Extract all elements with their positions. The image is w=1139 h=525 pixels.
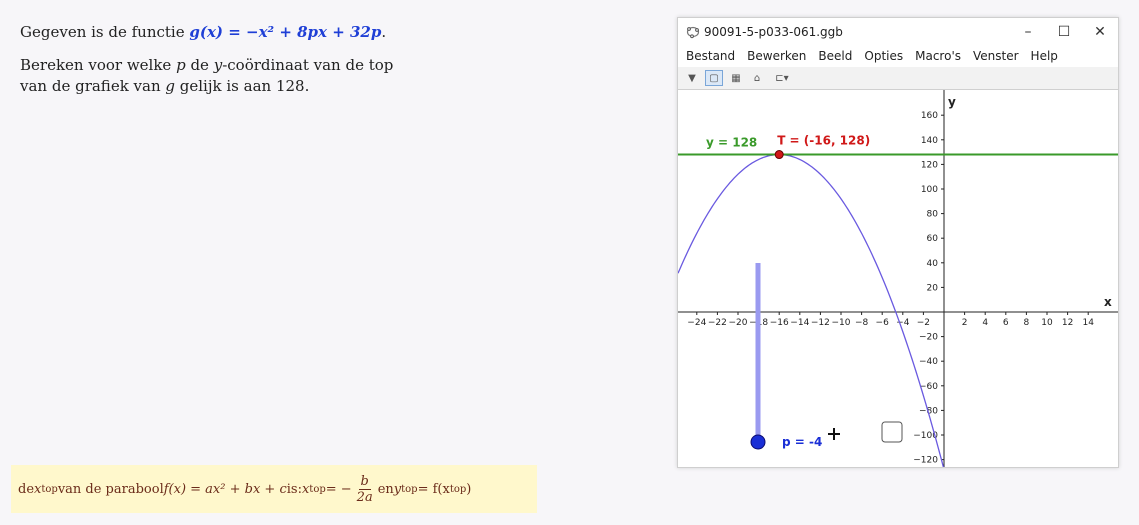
parabola-curve[interactable] (678, 153, 945, 467)
home-icon[interactable]: ⌂ (749, 71, 765, 85)
question-line-1: Gegeven is de functie g(x) = −x² + 8px +… (20, 23, 387, 41)
y-tick-label: 60 (927, 234, 939, 244)
y-tick-label: −20 (919, 333, 938, 343)
input-checkbox[interactable] (881, 421, 903, 443)
point-label: T = (-16, 128) (777, 134, 870, 148)
menu-bewerken[interactable]: Bewerken (747, 49, 806, 63)
x-tick-label: −16 (770, 318, 789, 328)
y-tick-label: −120 (913, 456, 938, 466)
x-tick-label: 10 (1041, 318, 1053, 328)
x-tick-label: −2 (917, 318, 930, 328)
function-formula: g(x) = −x² + 8px + 32p (189, 23, 382, 41)
menu-venster[interactable]: Venster (973, 49, 1019, 63)
menu-beeld[interactable]: Beeld (818, 49, 852, 63)
minimize-button[interactable]: – (1010, 24, 1046, 40)
x-tick-label: 4 (982, 318, 988, 328)
question-text: Gegeven is de functie g(x) = −x² + 8px +… (20, 22, 393, 97)
menu-bar: Bestand Bewerken Beeld Opties Macro's Ve… (678, 45, 1118, 67)
graphics-view[interactable]: xy−24−22−20−18−16−14−12−10−8−6−4−2246810… (678, 90, 1118, 467)
x-tick-label: −20 (729, 318, 748, 328)
y-tick-label: 160 (921, 111, 938, 121)
y-tick-label: 20 (927, 283, 939, 293)
y-tick-label: 40 (927, 259, 939, 269)
hint-box: de x top van de parabool f(x) = ax² + bx … (11, 465, 537, 513)
x-tick-label: −24 (687, 318, 706, 328)
x-tick-label: −10 (832, 318, 851, 328)
menu-bestand[interactable]: Bestand (686, 49, 735, 63)
menu-macros[interactable]: Macro's (915, 49, 961, 63)
x-axis-label: x (1104, 295, 1112, 309)
x-tick-label: 6 (1003, 318, 1009, 328)
menu-help[interactable]: Help (1031, 49, 1058, 63)
x-tick-label: 8 (1024, 318, 1030, 328)
x-tick-label: −22 (708, 318, 727, 328)
view-options-icon[interactable]: ⊏▾ (770, 71, 794, 85)
move-graphics-icon[interactable] (828, 428, 840, 440)
question-line-2: Bereken voor welke p de y-coördinaat van… (20, 56, 394, 95)
style-toolbar: ▼ ▢ ▦ ⌂ ⊏▾ (678, 67, 1118, 90)
toolbar-dropdown-icon[interactable]: ▼ (684, 71, 700, 85)
x-tick-label: −14 (790, 318, 809, 328)
line-label: y = 128 (706, 136, 757, 150)
hint-fraction: b 2a (356, 473, 373, 505)
y-tick-label: 120 (921, 160, 938, 170)
close-button[interactable]: ✕ (1082, 24, 1118, 40)
slider-knob[interactable] (750, 434, 766, 450)
axes-toggle-icon[interactable]: ▢ (705, 70, 723, 86)
x-tick-label: 14 (1082, 318, 1094, 328)
y-tick-label: 140 (921, 136, 938, 146)
y-tick-label: 100 (921, 185, 938, 195)
title-bar[interactable]: 90091-5-p033-061.ggb – ☐ ✕ (678, 18, 1118, 45)
x-tick-label: −8 (855, 318, 869, 328)
x-tick-label: 2 (962, 318, 968, 328)
x-tick-label: −6 (876, 318, 890, 328)
y-axis-label: y (948, 95, 956, 109)
x-tick-label: 12 (1062, 318, 1073, 328)
window-title: 90091-5-p033-061.ggb (704, 24, 843, 39)
x-tick-label: −12 (811, 318, 830, 328)
point-t[interactable] (774, 150, 784, 160)
geogebra-window: 90091-5-p033-061.ggb – ☐ ✕ Bestand Bewer… (677, 17, 1119, 468)
menu-opties[interactable]: Opties (864, 49, 903, 63)
y-tick-label: 80 (927, 210, 939, 220)
maximize-button[interactable]: ☐ (1046, 24, 1082, 40)
slider-label: p = -4 (782, 435, 822, 449)
geogebra-app-icon (686, 26, 700, 38)
grid-toggle-icon[interactable]: ▦ (728, 71, 744, 85)
y-tick-label: −40 (919, 357, 938, 367)
hint-parabola-formula: f(x) = ax² + bx + c (163, 481, 287, 497)
